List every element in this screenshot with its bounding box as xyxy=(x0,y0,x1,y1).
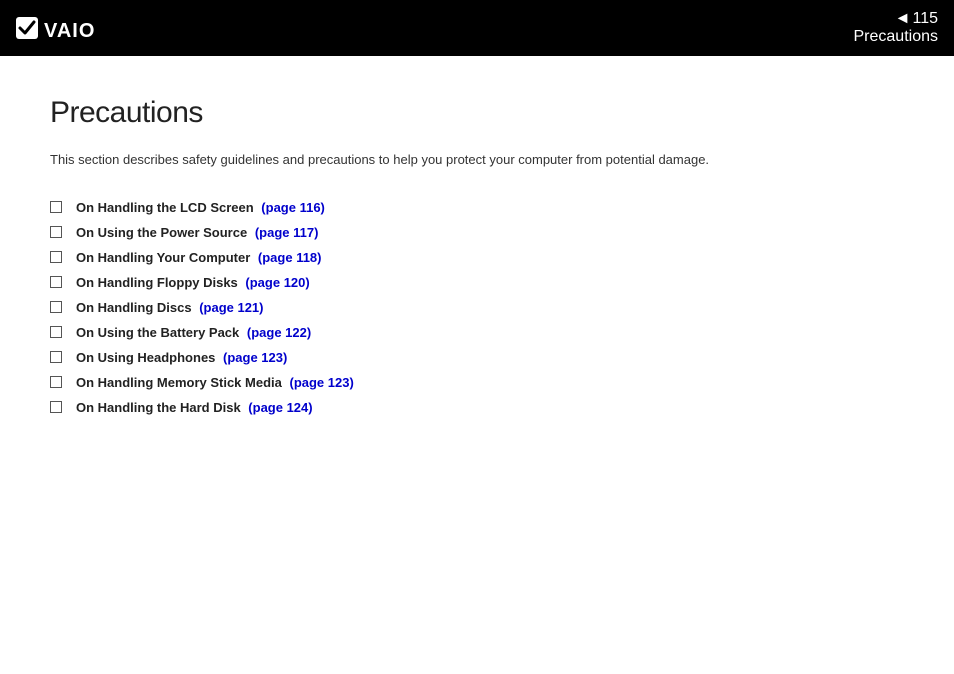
svg-text:VAIO: VAIO xyxy=(44,20,95,42)
checkbox-icon xyxy=(50,251,62,263)
header: VAIO ◄ 115 Precautions xyxy=(0,0,954,56)
toc-list-item: On Handling Memory Stick Media (page 123… xyxy=(50,375,904,390)
header-nav-row: ◄ 115 xyxy=(895,10,938,28)
intro-text: This section describes safety guidelines… xyxy=(50,150,904,170)
checkbox-icon xyxy=(50,326,62,338)
toc-list: On Handling the LCD Screen (page 116) On … xyxy=(50,200,904,415)
vaio-logo-container: VAIO xyxy=(16,13,106,43)
toc-item-label: On Using the Battery Pack (page 122) xyxy=(76,325,311,340)
toc-item-link-toc-floppy[interactable]: (page 120) xyxy=(245,275,309,290)
checkbox-icon xyxy=(50,351,62,363)
toc-item-link-toc-computer[interactable]: (page 118) xyxy=(258,250,322,265)
toc-item-link-toc-headphones[interactable]: (page 123) xyxy=(223,350,287,365)
toc-list-item: On Using the Battery Pack (page 122) xyxy=(50,325,904,340)
toc-item-link-toc-battery[interactable]: (page 122) xyxy=(247,325,311,340)
toc-item-label: On Using Headphones (page 123) xyxy=(76,350,287,365)
toc-item-label: On Handling Floppy Disks (page 120) xyxy=(76,275,310,290)
toc-list-item: On Handling the Hard Disk (page 124) xyxy=(50,400,904,415)
toc-item-link-toc-lcd[interactable]: (page 116) xyxy=(261,200,325,215)
page-number: 115 xyxy=(912,10,938,28)
toc-item-label: On Handling Your Computer (page 118) xyxy=(76,250,322,265)
toc-list-item: On Using the Power Source (page 117) xyxy=(50,225,904,240)
toc-item-label: On Handling Discs (page 121) xyxy=(76,300,264,315)
toc-item-label: On Handling the Hard Disk (page 124) xyxy=(76,400,313,415)
main-content: Precautions This section describes safet… xyxy=(0,56,954,455)
header-right: ◄ 115 Precautions xyxy=(854,10,939,46)
page-title: Precautions xyxy=(50,96,904,130)
toc-item-label: On Handling the LCD Screen (page 116) xyxy=(76,200,325,215)
checkbox-icon xyxy=(50,201,62,213)
nav-arrow: ◄ xyxy=(895,10,911,28)
toc-item-link-toc-memory[interactable]: (page 123) xyxy=(289,375,353,390)
checkbox-icon xyxy=(50,376,62,388)
checkbox-icon xyxy=(50,276,62,288)
toc-item-link-toc-harddisk[interactable]: (page 124) xyxy=(248,400,312,415)
toc-item-label: On Handling Memory Stick Media (page 123… xyxy=(76,375,354,390)
checkbox-icon xyxy=(50,226,62,238)
toc-list-item: On Handling Your Computer (page 118) xyxy=(50,250,904,265)
toc-item-link-toc-power[interactable]: (page 117) xyxy=(255,225,319,240)
toc-item-link-toc-discs[interactable]: (page 121) xyxy=(199,300,263,315)
toc-list-item: On Handling Floppy Disks (page 120) xyxy=(50,275,904,290)
checkbox-icon xyxy=(50,401,62,413)
vaio-logo: VAIO xyxy=(16,13,106,43)
section-label: Precautions xyxy=(854,28,939,46)
toc-list-item: On Using Headphones (page 123) xyxy=(50,350,904,365)
toc-item-label: On Using the Power Source (page 117) xyxy=(76,225,318,240)
checkbox-icon xyxy=(50,301,62,313)
toc-list-item: On Handling the LCD Screen (page 116) xyxy=(50,200,904,215)
toc-list-item: On Handling Discs (page 121) xyxy=(50,300,904,315)
